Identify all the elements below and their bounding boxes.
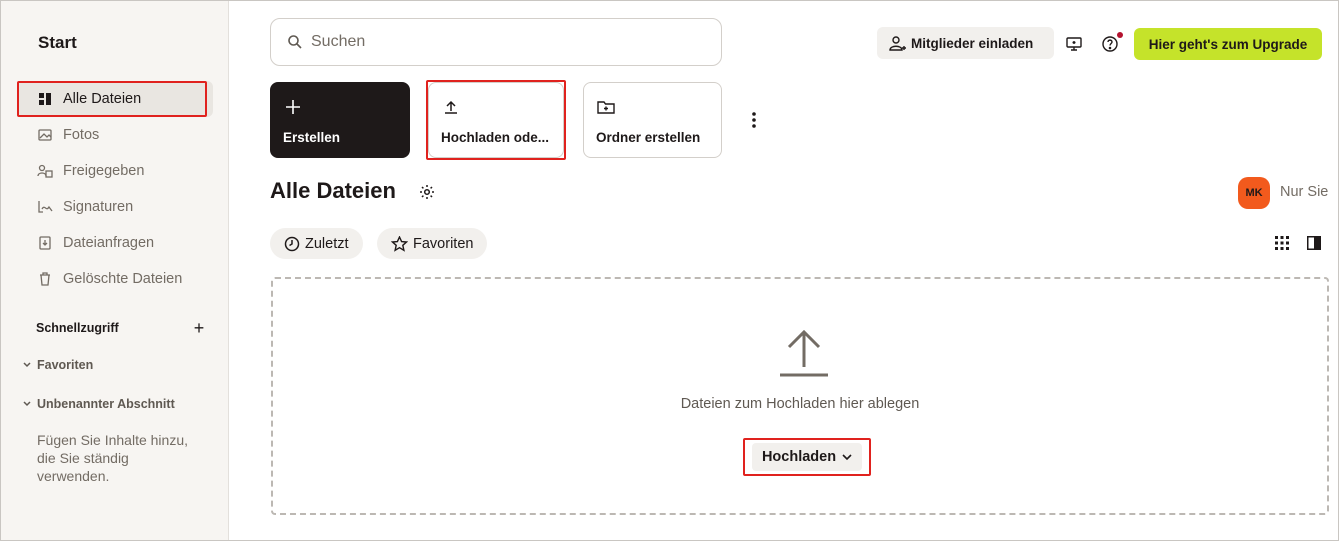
sidebar-item-label: Freigegeben <box>63 163 145 179</box>
monitor-icon <box>1066 37 1082 51</box>
invite-members-label: Mitglieder einladen <box>911 35 1034 51</box>
sharing-status: Nur Sie <box>1280 184 1329 200</box>
upload-tile[interactable]: Hochladen ode... <box>426 80 566 160</box>
recent-filter-chip[interactable]: Zuletzt <box>270 228 363 259</box>
file-request-icon <box>37 235 53 251</box>
chevron-down-icon <box>842 453 852 460</box>
sidebar-item-label: Fotos <box>63 127 100 143</box>
add-user-icon <box>889 35 907 51</box>
recent-filter-label: Zuletzt <box>305 235 349 252</box>
start-link[interactable]: Start <box>38 33 77 53</box>
sidebar-item-deleted-files[interactable]: Gelöschte Dateien <box>17 261 213 297</box>
search-icon <box>288 35 302 49</box>
photo-icon <box>37 127 53 143</box>
favorites-section-toggle[interactable]: Favoriten <box>23 358 93 372</box>
gear-icon <box>420 185 434 199</box>
side-panel-toggle-button[interactable] <box>1305 234 1323 252</box>
upload-tile-label: Hochladen ode... <box>441 130 550 145</box>
unnamed-section-label: Unbenannter Abschnitt <box>37 397 175 411</box>
favorites-filter-label: Favoriten <box>413 235 474 252</box>
help-button[interactable] <box>1099 32 1123 55</box>
sidebar-item-signatures[interactable]: Signaturen <box>17 189 213 225</box>
dropzone-text: Dateien zum Hochladen hier ablegen <box>680 396 920 412</box>
favorites-section-label: Favoriten <box>37 358 94 372</box>
help-icon <box>1102 36 1118 52</box>
sidebar-item-label: Signaturen <box>63 199 134 215</box>
upgrade-button[interactable]: Hier geht's zum Upgrade <box>1134 28 1322 60</box>
desktop-app-button[interactable] <box>1063 33 1085 55</box>
upload-dropdown-inner: Hochladen <box>751 443 863 471</box>
sidebar-item-shared[interactable]: Freigegeben <box>17 153 213 189</box>
upload-arrow-icon <box>780 329 828 377</box>
unnamed-section-toggle[interactable]: Unbenannter Abschnitt <box>23 397 175 411</box>
favorites-filter-chip[interactable]: Favoriten <box>377 228 488 259</box>
signature-icon <box>37 199 53 215</box>
quick-access-hint: Fügen Sie Inhalte hinzu, die Sie ständig… <box>37 432 188 484</box>
sidebar-item-label: Alle Dateien <box>63 91 142 107</box>
avatar[interactable]: MK <box>1238 177 1270 209</box>
more-options-button[interactable] <box>744 110 764 130</box>
grid-icon <box>1275 236 1289 250</box>
create-folder-tile-label: Ordner erstellen <box>596 130 701 145</box>
upload-dropzone[interactable]: Dateien zum Hochladen hier ablegen Hochl… <box>271 277 1329 515</box>
search-box[interactable] <box>270 18 722 66</box>
side-panel-icon <box>1307 236 1321 250</box>
upload-dropdown-button[interactable]: Hochladen <box>743 438 871 476</box>
folder-settings-button[interactable] <box>418 183 436 201</box>
plus-icon <box>283 97 303 117</box>
create-folder-tile[interactable]: Ordner erstellen <box>583 82 722 158</box>
clock-icon <box>284 236 300 251</box>
upload-icon <box>441 97 461 117</box>
sidebar-nav: Alle Dateien Fotos Freigegeben Signature… <box>17 81 213 297</box>
chevron-down-icon <box>23 362 31 368</box>
sidebar: Start Alle Dateien Fotos Freigegeben Sig… <box>1 1 229 540</box>
quick-access-heading: Schnellzugriff <box>36 321 119 335</box>
trash-icon <box>37 271 53 287</box>
create-tile-label: Erstellen <box>283 130 341 145</box>
upload-dropdown-label: Hochladen <box>761 449 837 465</box>
invite-members-button[interactable]: Mitglieder einladen <box>877 27 1054 59</box>
notification-dot <box>1117 32 1123 38</box>
add-quick-access-button[interactable]: + <box>191 319 207 337</box>
page-title: Alle Dateien <box>270 178 396 203</box>
sidebar-item-all-files[interactable]: Alle Dateien <box>17 81 213 117</box>
sidebar-item-photos[interactable]: Fotos <box>17 117 213 153</box>
search-input[interactable] <box>311 33 691 51</box>
shared-icon <box>37 163 53 179</box>
sidebar-item-label: Dateianfragen <box>63 235 155 251</box>
files-icon <box>37 91 53 107</box>
chevron-down-icon <box>23 401 31 407</box>
more-vertical-icon <box>752 112 756 128</box>
sidebar-item-file-requests[interactable]: Dateianfragen <box>17 225 213 261</box>
star-icon <box>391 235 408 252</box>
grid-view-button[interactable] <box>1273 234 1291 252</box>
sidebar-item-label: Gelöschte Dateien <box>63 271 183 287</box>
create-tile[interactable]: Erstellen <box>270 82 410 158</box>
folder-plus-icon <box>596 97 616 117</box>
